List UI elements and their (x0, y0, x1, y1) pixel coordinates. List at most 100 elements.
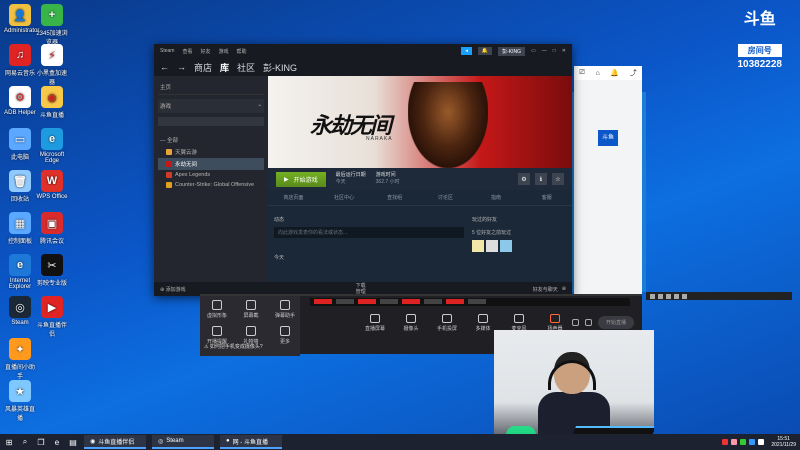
game-list-item[interactable]: Counter-Strike: Global Offensive (158, 180, 264, 190)
folder-icon[interactable]: ▤ (68, 437, 78, 447)
close-icon[interactable]: ✕ (562, 48, 566, 54)
taskbar-app-steam[interactable]: ◎ Steam (152, 435, 214, 449)
tray-icon[interactable] (758, 439, 765, 445)
menu-view[interactable]: 查看 (182, 48, 192, 55)
windows-start-icon[interactable]: ⊞ (4, 437, 14, 447)
bell-icon[interactable]: 🔔 (610, 69, 619, 77)
app-icon: 🗑 (9, 170, 31, 192)
desktop-icon[interactable]: e Microsoft Edge (36, 128, 68, 164)
tool-danmaku[interactable]: 弹幕助手 (272, 300, 298, 319)
tool-more[interactable]: 更多 (272, 326, 298, 345)
category-label: 游戏 (160, 104, 172, 110)
app-icon: e (9, 254, 31, 276)
bigpicture-icon[interactable]: ▭ (531, 48, 536, 54)
desktop-icon[interactable]: 👤 Administrator (4, 4, 39, 34)
start-live-button[interactable]: 开始直播 (597, 316, 634, 329)
home-icon[interactable]: ⌂ (596, 70, 600, 77)
avatar[interactable] (500, 240, 512, 252)
desktop-icon[interactable]: ✂ 剪映专业版 (36, 254, 68, 287)
task-view-icon[interactable]: ❐ (36, 437, 46, 447)
settings-icon[interactable] (584, 319, 592, 326)
tab-user[interactable]: 彭-KING (263, 61, 297, 74)
subtab-guides[interactable]: 指南 (471, 194, 522, 201)
tool-screenshot[interactable]: 屏幕截 (238, 300, 264, 319)
activity-input[interactable]: 向此游戏发表你的看法或状态... (274, 227, 464, 238)
desktop-icon[interactable]: 🗑 回收站 (4, 170, 36, 203)
steam-menu[interactable]: Steam (160, 48, 174, 54)
add-game-button[interactable]: ⊕ 添加游戏 (160, 286, 186, 293)
tool-avatar[interactable]: 虚拟形象 (204, 300, 230, 319)
tab-library[interactable]: 库 (220, 61, 229, 74)
library-search-input[interactable] (158, 117, 264, 126)
desktop-icon[interactable]: ♫ 网易云音乐 (4, 44, 36, 77)
app-icon: ▭ (9, 128, 31, 150)
avatar[interactable] (472, 240, 484, 252)
menu-help[interactable]: 帮助 (237, 48, 247, 55)
category-dropdown[interactable]: 游戏 ⌄ (158, 99, 264, 113)
game-list-item[interactable]: Apex Legends (158, 170, 264, 180)
notification-icon[interactable]: 🔔 (477, 47, 493, 55)
lock-icon[interactable]: ⎚ (579, 69, 585, 77)
taskbar-app-browser[interactable]: ● 网 - 斗鱼直播 (220, 435, 282, 449)
desktop-icon[interactable]: ▭ 此电脑 (4, 128, 36, 161)
subtab-support[interactable]: 客服 (521, 194, 572, 201)
desktop-icon[interactable]: ✦ 直播间小助手 (4, 338, 36, 380)
camera-tip[interactable]: ⚠ 如何把手机变成摄像头? (204, 343, 263, 350)
avatar[interactable] (486, 240, 498, 252)
steam-window: Steam 查看 好友 游戏 帮助 ◂ 🔔 彭-KING ▭ — □ ✕ ← →… (154, 44, 572, 296)
share-icon[interactable]: ⤴ (630, 68, 637, 78)
tray-icon[interactable] (740, 439, 747, 445)
maximize-icon[interactable]: □ (553, 48, 556, 54)
edge-icon[interactable]: e (52, 437, 62, 447)
desktop-icon[interactable]: e Internet Explorer (4, 254, 36, 290)
tray-icon[interactable] (722, 439, 729, 445)
taskbar-app-douyu[interactable]: ◉ 斗鱼直播伴侣 (84, 435, 146, 449)
game-list-item[interactable]: 天翼云游 (158, 146, 264, 158)
subtab-find-group[interactable]: 查找组 (369, 194, 420, 201)
desktop-icon[interactable]: ★ 风暴英雄直播 (4, 380, 36, 422)
tray-icon[interactable] (731, 439, 738, 445)
tray-icon[interactable] (749, 439, 756, 445)
app-icon: + (41, 4, 63, 26)
source-screen[interactable]: 直播屏幕 (364, 314, 386, 332)
all-games-header[interactable]: — 全部 (158, 134, 264, 146)
desktop-icon[interactable]: ◉ 斗鱼直播 (36, 86, 68, 119)
desktop-icon-label: 剪映专业版 (36, 281, 67, 287)
source-phone[interactable]: 手机投屏 (436, 314, 458, 332)
library-home[interactable]: 主页 (158, 80, 264, 95)
info-icon[interactable]: ℹ (535, 173, 547, 185)
gear-icon[interactable]: ⚙ (518, 173, 530, 185)
desktop-icon[interactable]: +2345加速浏览器 (36, 4, 68, 46)
source-media[interactable]: 多媒体 (472, 314, 494, 332)
tab-community[interactable]: 社区 (237, 61, 255, 74)
search-icon[interactable]: ⌕ (20, 437, 30, 447)
star-icon[interactable]: ☆ (552, 173, 564, 185)
desktop-icon[interactable]: ⚙ ADB Helper (4, 86, 36, 116)
menu-friends[interactable]: 好友 (200, 48, 210, 55)
desktop-icon[interactable]: ◎ Steam (4, 296, 36, 326)
game-icon (166, 172, 172, 178)
back-icon[interactable]: ← (160, 62, 169, 72)
desktop-icon[interactable]: ▦ 控制面板 (4, 212, 36, 245)
minimize-icon[interactable]: — (542, 48, 547, 54)
game-list-item[interactable]: 永劫无间 (158, 158, 264, 170)
record-icon[interactable] (571, 319, 579, 326)
menu-games[interactable]: 游戏 (218, 48, 228, 55)
subtab-store[interactable]: 商店页面 (268, 194, 319, 201)
friends-chat-button[interactable]: 好友与聊天 ⊕ (533, 286, 566, 293)
desktop-icon[interactable]: ▶ 斗鱼直播伴侣 (36, 296, 68, 338)
forward-icon[interactable]: → (177, 62, 186, 72)
broadcast-icon[interactable]: ◂ (461, 47, 472, 55)
play-button[interactable]: ▶ 开始游戏 (276, 171, 326, 187)
tab-store[interactable]: 商店 (194, 61, 212, 74)
desktop-icon[interactable]: ▣ 腾讯会议 (36, 212, 68, 245)
desktop-icon[interactable]: ⚡ 小黑盒加速器 (36, 44, 68, 86)
source-camera[interactable]: 摄像头 (400, 314, 422, 332)
clock[interactable]: 15:51 2021/11/29 (771, 436, 796, 448)
library-sidebar: 主页 游戏 ⌄ — 全部 天翼云游 永劫无间 Apex Legends Counter… (154, 76, 268, 282)
username-dropdown[interactable]: 彭-KING (498, 46, 526, 56)
subtab-discussions[interactable]: 讨论区 (420, 194, 471, 201)
game-subtitle: NARAKA (366, 136, 393, 142)
subtab-community[interactable]: 社区中心 (319, 194, 370, 201)
desktop-icon[interactable]: W WPS Office (36, 170, 68, 200)
